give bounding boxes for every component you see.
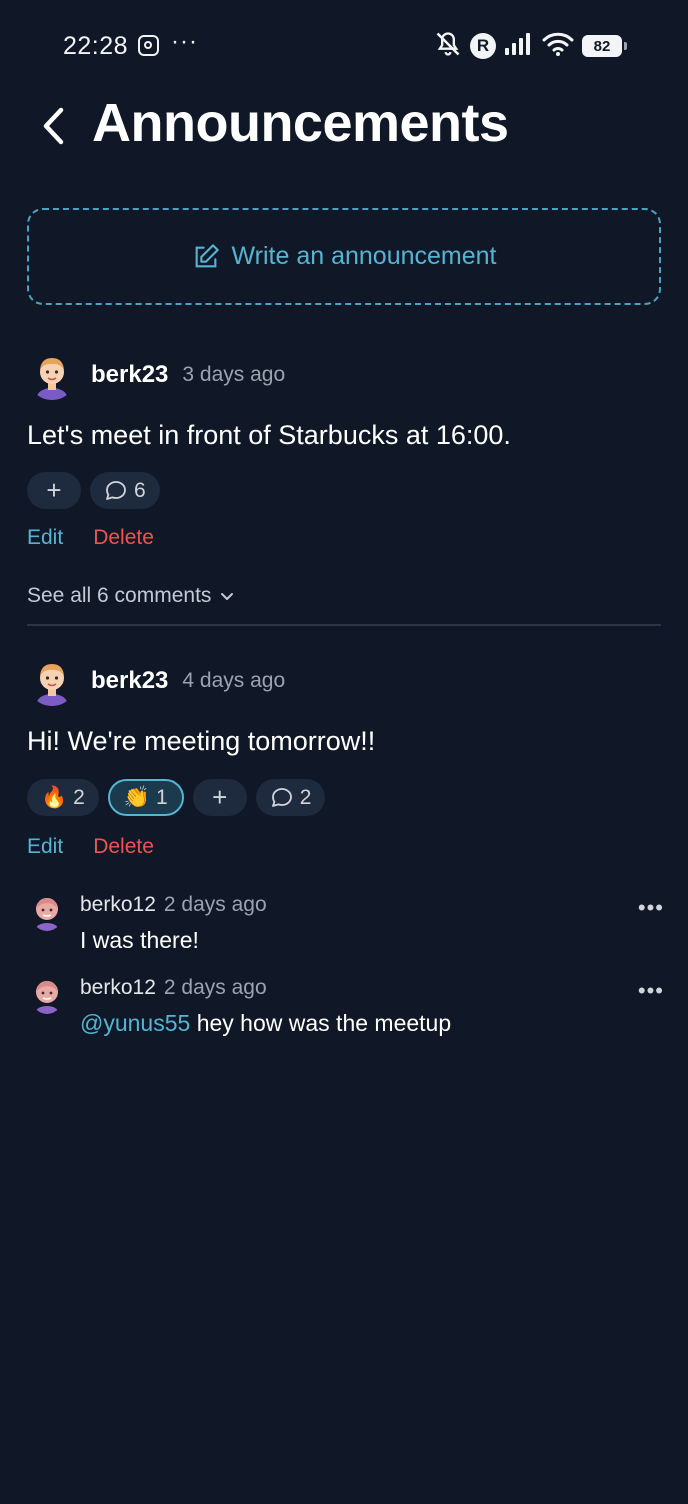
post-text: Let's meet in front of Starbucks at 16:0… bbox=[27, 420, 511, 450]
comment-time: 2 days ago bbox=[163, 893, 267, 916]
page-title: Announcements bbox=[92, 93, 509, 153]
comment: berko12 2 days ago @yunus55 hey how was … bbox=[30, 976, 664, 1046]
post-actions: Edit Delete bbox=[27, 835, 154, 859]
announcements-screen: 22:28 ··· R 82 Announcements Write an an… bbox=[0, 0, 688, 1504]
see-all-comments-label: See all 6 comments bbox=[27, 584, 212, 607]
post-time: 3 days ago bbox=[182, 363, 286, 386]
comment-count: 2 bbox=[299, 785, 312, 809]
comment-bubble-icon bbox=[271, 787, 292, 807]
comment-time: 2 days ago bbox=[163, 976, 267, 999]
more-dots-icon[interactable]: ••• bbox=[638, 978, 664, 1004]
add-reaction-button[interactable]: + bbox=[27, 472, 81, 509]
announcement-post: berk23 4 days ago Hi! We're meeting tomo… bbox=[27, 656, 661, 866]
add-reaction-button[interactable]: + bbox=[192, 779, 247, 816]
more-notifications-icon: ··· bbox=[171, 28, 198, 55]
wifi-icon bbox=[542, 31, 574, 62]
clap-reaction-button[interactable]: 👏 1 bbox=[107, 779, 184, 816]
comment-author[interactable]: berko12 bbox=[80, 976, 156, 1000]
status-time: 22:28 bbox=[63, 32, 129, 60]
post-author[interactable]: berk23 bbox=[91, 361, 168, 389]
battery-icon: 82 bbox=[582, 35, 627, 57]
post-actions: Edit Delete bbox=[27, 526, 154, 550]
avatar bbox=[37, 358, 67, 400]
edit-button[interactable]: Edit bbox=[27, 835, 63, 859]
comments-button[interactable]: 6 bbox=[90, 472, 160, 509]
delete-button[interactable]: Delete bbox=[93, 835, 154, 859]
reaction-count: 1 bbox=[156, 785, 168, 809]
comment-header: berko12 2 days ago bbox=[80, 976, 267, 1000]
comment-text: @yunus55 hey how was the meetup bbox=[80, 1010, 451, 1037]
write-announcement-label: Write an announcement bbox=[231, 242, 497, 270]
announcement-post: berk23 3 days ago Let's meet in front of… bbox=[27, 350, 661, 620]
muted-bell-icon bbox=[434, 30, 462, 63]
reaction-bar: + 6 bbox=[27, 472, 160, 509]
divider bbox=[27, 624, 661, 626]
post-author[interactable]: berk23 bbox=[91, 667, 168, 695]
write-announcement-button[interactable]: Write an announcement bbox=[27, 208, 661, 305]
comment-avatar bbox=[36, 898, 58, 931]
status-bar: 22:28 ··· R 82 bbox=[0, 0, 688, 92]
more-dots-icon[interactable]: ••• bbox=[638, 895, 664, 921]
comment-bubble-icon bbox=[106, 480, 126, 500]
edit-note-icon bbox=[195, 243, 219, 267]
edit-button[interactable]: Edit bbox=[27, 526, 63, 550]
post-time: 4 days ago bbox=[182, 669, 286, 692]
comment-author[interactable]: berko12 bbox=[80, 893, 156, 917]
roaming-icon: R bbox=[470, 33, 496, 59]
back-chevron-icon bbox=[43, 107, 64, 145]
avatar bbox=[37, 664, 67, 706]
instagram-icon bbox=[138, 35, 159, 56]
reaction-bar: 🔥 2 👏 1 + 2 bbox=[27, 779, 326, 816]
comment-text: I was there! bbox=[80, 927, 199, 953]
comment-text-body: hey how was the meetup bbox=[190, 1010, 452, 1036]
comment-avatar bbox=[36, 981, 58, 1014]
comments-button[interactable]: 2 bbox=[255, 779, 326, 816]
post-header: berk23 3 days ago bbox=[27, 350, 285, 400]
delete-button[interactable]: Delete bbox=[93, 526, 154, 550]
comment-count: 6 bbox=[134, 478, 146, 502]
comment-header: berko12 2 days ago bbox=[80, 893, 267, 917]
see-all-comments-button[interactable]: See all 6 comments bbox=[27, 584, 235, 608]
clap-icon: 👏 bbox=[123, 785, 150, 809]
comment: berko12 2 days ago I was there! ••• bbox=[30, 893, 664, 963]
fire-reaction-button[interactable]: 🔥 2 bbox=[27, 779, 99, 816]
fire-icon: 🔥 bbox=[41, 785, 68, 809]
reaction-count: 2 bbox=[73, 785, 85, 809]
signal-icon bbox=[504, 32, 534, 61]
post-header: berk23 4 days ago bbox=[27, 656, 285, 706]
post-text: Hi! We're meeting tomorrow!! bbox=[27, 726, 376, 756]
user-mention-link[interactable]: @yunus55 bbox=[80, 1010, 190, 1036]
status-icons: R 82 bbox=[434, 30, 627, 63]
chevron-down-icon bbox=[221, 593, 234, 600]
back-button[interactable] bbox=[30, 100, 76, 152]
